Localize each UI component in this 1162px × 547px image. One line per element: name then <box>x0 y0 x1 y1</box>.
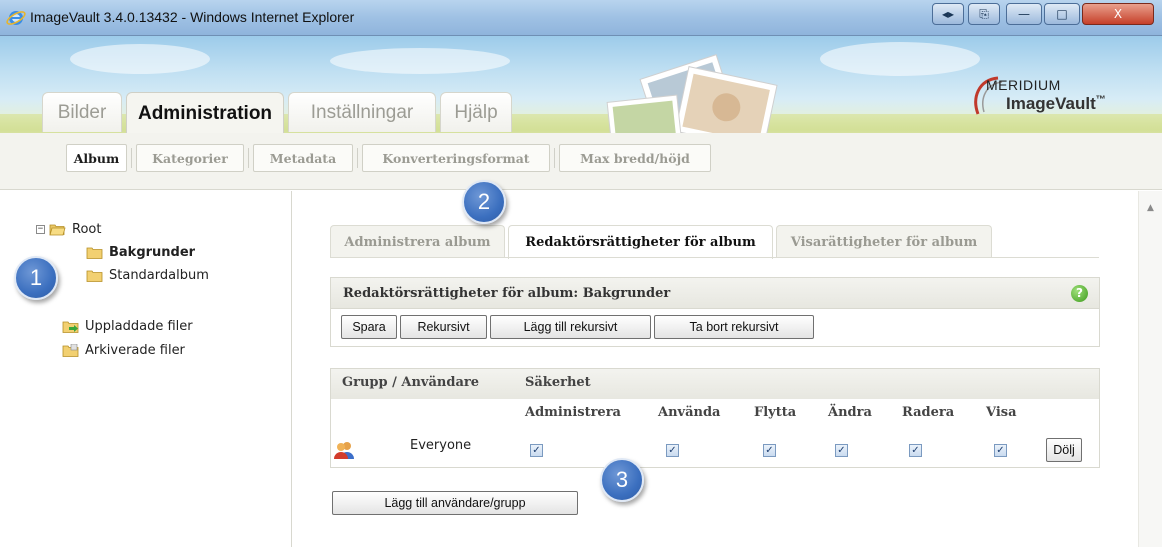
add-user-group-button[interactable]: Lägg till användare/grupp <box>332 491 578 515</box>
tab-installningar[interactable]: Inställningar <box>288 92 436 132</box>
tree-label: Arkiverade filer <box>85 343 185 358</box>
recursive-button[interactable]: Rekursivt <box>400 315 487 339</box>
upload-folder-icon <box>62 321 79 333</box>
tab-baseline <box>330 257 1099 258</box>
subtab-max-bredd-hojd[interactable]: Max bredd/höjd <box>559 144 711 172</box>
save-button[interactable]: Spara <box>341 315 397 339</box>
permission-header-andra: Ändra <box>828 405 872 420</box>
tree-label: Bakgrunder <box>109 245 196 260</box>
subtab-konverteringsformat[interactable]: Konverteringsformat <box>362 144 550 172</box>
add-recursive-button[interactable]: Lägg till rekursivt <box>490 315 651 339</box>
minimize-button[interactable]: — <box>1006 3 1042 25</box>
panel-header: Redaktörsrättigheter för album: Bakgrund… <box>331 278 1099 309</box>
maximize-button[interactable]: □ <box>1044 3 1080 25</box>
checkbox-administrera[interactable]: ✓ <box>530 444 543 457</box>
checkbox-flytta[interactable]: ✓ <box>763 444 776 457</box>
callout-badge-1: 1 <box>14 256 58 300</box>
tab-bilder[interactable]: Bilder <box>42 92 122 132</box>
divider <box>131 148 132 168</box>
subtab-metadata[interactable]: Metadata <box>253 144 353 172</box>
tab-administration[interactable]: Administration <box>126 92 284 134</box>
permission-header-anvanda: Använda <box>658 405 721 420</box>
window-title-bar: ImageVault 3.4.0.13432 - Windows Interne… <box>0 0 1162 36</box>
banner-cloud <box>330 48 510 74</box>
window-title: ImageVault 3.4.0.13432 - Windows Interne… <box>30 9 355 25</box>
remove-recursive-button[interactable]: Ta bort rekursivt <box>654 315 814 339</box>
vertical-scrollbar[interactable]: ▲ <box>1138 191 1162 547</box>
user-name-everyone: Everyone <box>410 438 472 453</box>
hide-button[interactable]: Dölj <box>1046 438 1082 462</box>
scroll-up-icon[interactable]: ▲ <box>1147 203 1154 213</box>
tree-node-arkiverade-filer[interactable]: Arkiverade filer <box>62 343 185 358</box>
divider <box>357 148 358 168</box>
meridium-imagevault-logo: MERIDIUM ImageVault™ <box>968 74 1158 124</box>
folder-icon <box>86 270 103 282</box>
panel-title: Redaktörsrättigheter för album: Bakgrund… <box>343 286 671 301</box>
sub-tab-bar: Album Kategorier Metadata Konverteringsf… <box>0 133 1162 190</box>
column-header-user: Grupp / Användare <box>342 375 479 390</box>
help-icon[interactable]: ? <box>1071 285 1088 302</box>
open-folder-icon <box>49 224 66 236</box>
callout-badge-3: 3 <box>600 458 644 502</box>
user-group-icon <box>334 442 354 459</box>
permission-header-visa: Visa <box>986 405 1017 420</box>
archive-folder-icon <box>62 344 79 357</box>
tab-administrera-album[interactable]: Administrera album <box>330 225 505 258</box>
banner-cloud <box>70 44 210 74</box>
permission-header-flytta: Flytta <box>754 405 797 420</box>
tree-label: Standardalbum <box>109 268 209 283</box>
checkbox-anvanda[interactable]: ✓ <box>666 444 679 457</box>
tree-node-standardalbum[interactable]: Standardalbum <box>86 268 209 283</box>
logo-imagevault-text: ImageVault™ <box>1006 94 1106 113</box>
permission-header-radera: Radera <box>902 405 955 420</box>
callout-badge-2: 2 <box>462 180 506 224</box>
folder-icon <box>86 247 103 259</box>
subtab-album[interactable]: Album <box>66 144 127 172</box>
column-header-security: Säkerhet <box>525 375 591 390</box>
tab-hjalp[interactable]: Hjälp <box>440 92 512 132</box>
tab-redaktorsrattigheter[interactable]: Redaktörsrättigheter för album <box>508 225 773 259</box>
page-button[interactable]: ⎘ <box>968 3 1000 25</box>
close-button[interactable]: X <box>1082 3 1154 25</box>
tab-visarattigheter[interactable]: Visarättigheter för album <box>776 225 992 258</box>
tree-label: Uppladdade filer <box>85 319 193 334</box>
checkbox-andra[interactable]: ✓ <box>835 444 848 457</box>
compat-view-button[interactable]: ◂▸ <box>932 3 964 25</box>
subtab-kategorier[interactable]: Kategorier <box>136 144 244 172</box>
tree-label: Root <box>72 222 102 237</box>
banner-cloud <box>820 42 980 76</box>
tree-node-bakgrunder[interactable]: Bakgrunder <box>86 245 195 260</box>
collapse-icon[interactable]: − <box>36 225 45 234</box>
divider <box>554 148 555 168</box>
logo-meridium-text: MERIDIUM <box>986 77 1061 93</box>
checkbox-visa[interactable]: ✓ <box>994 444 1007 457</box>
permission-header-administrera: Administrera <box>525 405 621 420</box>
tree-node-root[interactable]: − Root <box>36 222 101 237</box>
checkbox-radera[interactable]: ✓ <box>909 444 922 457</box>
ie-browser-icon <box>6 11 26 25</box>
tree-node-uppladdade-filer[interactable]: Uppladdade filer <box>62 319 193 334</box>
divider <box>248 148 249 168</box>
